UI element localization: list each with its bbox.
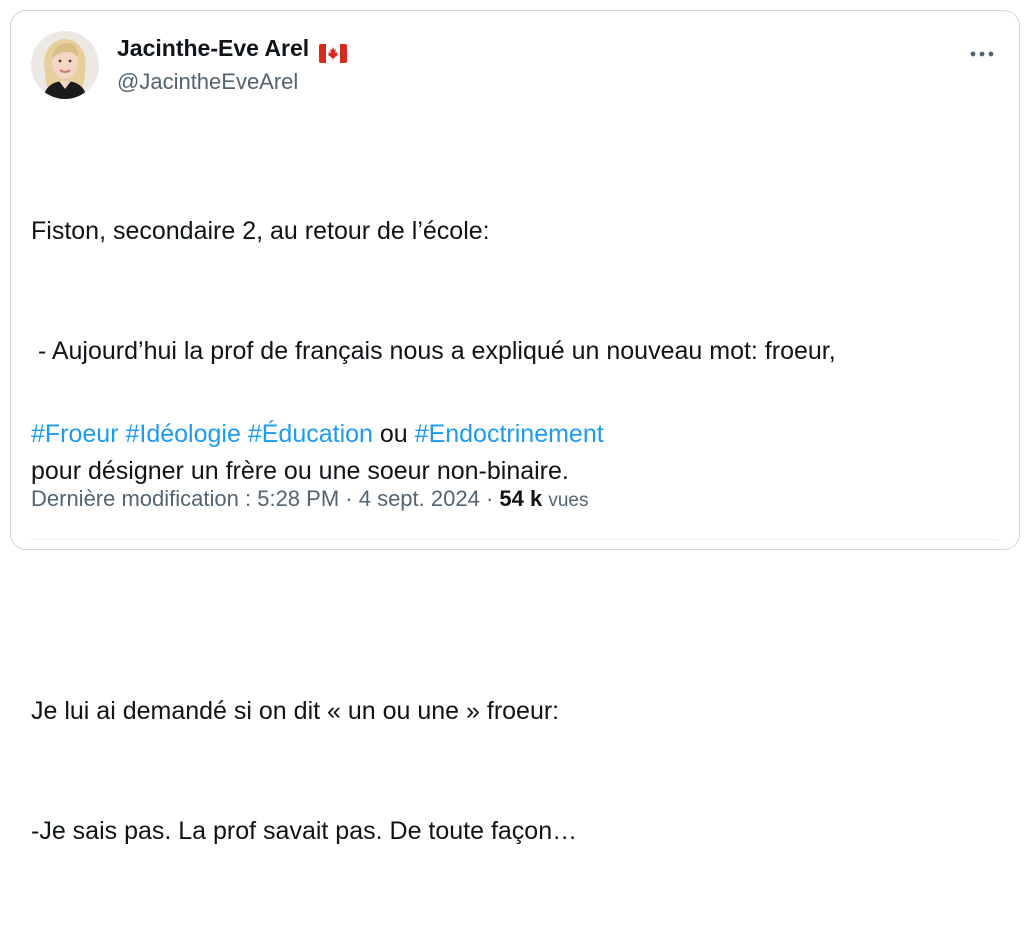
more-dots-icon <box>970 51 994 57</box>
author-handle[interactable]: @JacintheEveArel <box>117 67 347 97</box>
meta-separator: · <box>339 486 359 511</box>
tweet-line: Fiston, secondaire 2, au retour de l’éco… <box>31 217 490 245</box>
hashtag-line: #Froeur #Idéologie #Éducation ou #Endoct… <box>31 414 604 454</box>
more-options-button[interactable] <box>965 37 999 71</box>
tweet-date[interactable]: 4 sept. 2024 <box>359 486 480 511</box>
hashtag-froeur[interactable]: #Froeur <box>31 420 119 448</box>
hashtag-ideologie[interactable]: #Idéologie <box>126 420 241 448</box>
tweet-metadata: Dernière modification : 5:28 PM · 4 sept… <box>31 481 588 519</box>
tweet-time[interactable]: 5:28 PM <box>257 486 339 511</box>
tweet-line: - Aujourd’hui la prof de français nous a… <box>31 337 836 365</box>
author-display-name[interactable]: Jacinthe-Eve Arel <box>117 33 309 63</box>
meta-separator: · <box>479 486 500 511</box>
author-display-name-row[interactable]: Jacinthe-Eve Arel <box>117 33 348 63</box>
hashtag-connector: ou <box>379 420 408 448</box>
hashtag-endoctrinement[interactable]: #Endoctrinement <box>415 420 604 448</box>
avatar[interactable] <box>31 31 99 99</box>
views-label: vues <box>548 490 589 511</box>
views-count: 54 k <box>499 486 543 511</box>
edited-label[interactable]: Dernière modification : <box>31 486 257 511</box>
tweet-header: Jacinthe-Eve Arel @JacintheEveArel <box>31 31 999 103</box>
tweet-text: Fiston, secondaire 2, au retour de l’éco… <box>31 131 991 931</box>
tweet-card: Jacinthe-Eve Arel @JacintheEveArel Fisto… <box>10 10 1020 845</box>
author-names: Jacinthe-Eve Arel @JacintheEveArel <box>117 33 348 97</box>
canada-flag-icon <box>319 40 348 63</box>
tweet-line: Je lui ai demandé si on dit « un ou une … <box>31 697 560 725</box>
hashtag-education[interactable]: #Éducation <box>248 420 373 448</box>
tweet-line: -Je sais pas. La prof savait pas. De tou… <box>31 817 578 845</box>
